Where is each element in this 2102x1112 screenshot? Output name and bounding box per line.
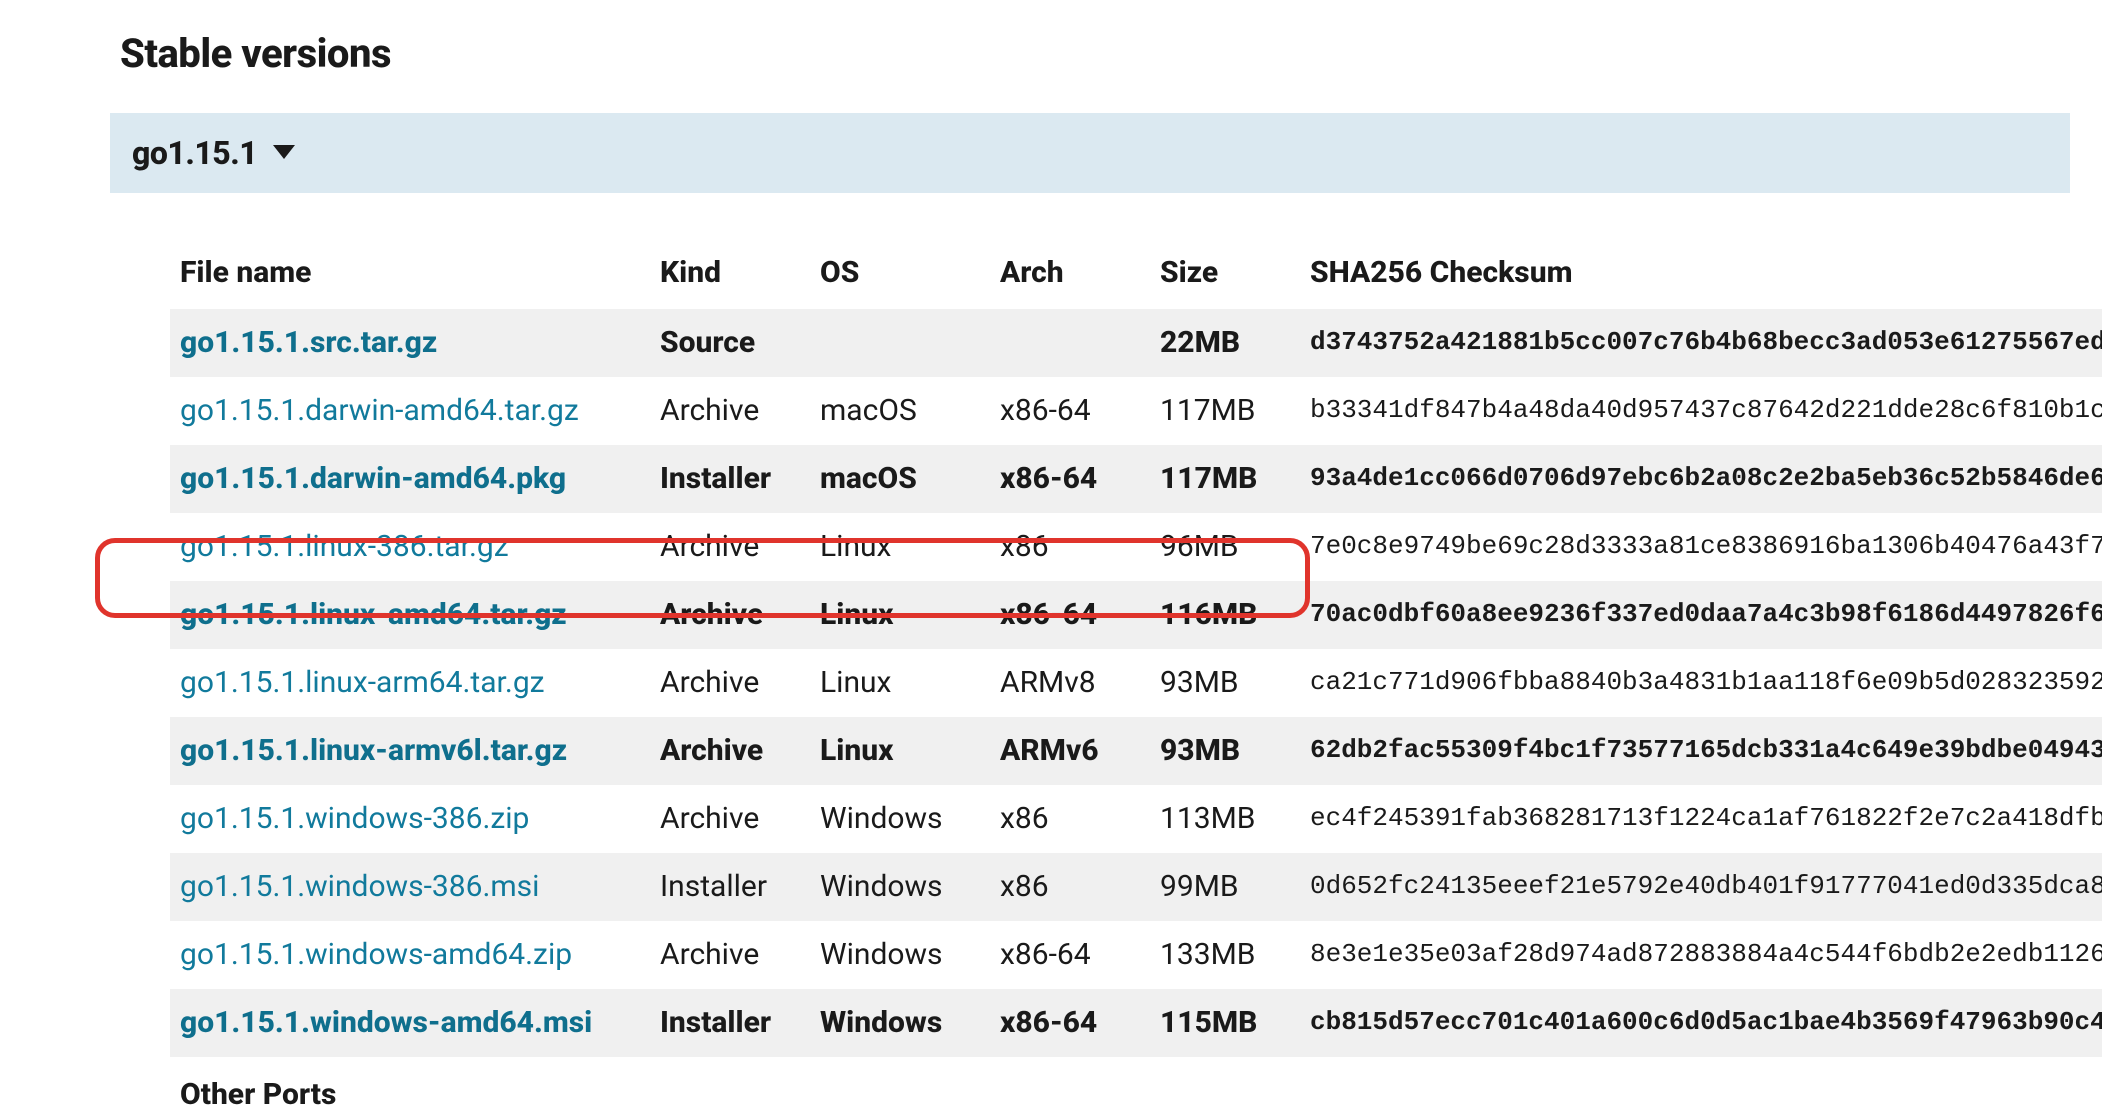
- cell-os: Linux: [810, 581, 990, 649]
- cell-arch: [990, 309, 1150, 377]
- table-row: go1.15.1.linux-armv6l.tar.gz ArchiveLinux…: [170, 717, 2102, 785]
- cell-sha: ca21c771d906fbba8840b3a4831b1aa118f6e09b…: [1300, 649, 2102, 717]
- cell-sha: 0d652fc24135eeef21e5792e40db401f91777041…: [1300, 853, 2102, 921]
- cell-size: 117MB: [1150, 445, 1300, 513]
- cell-sha: b33341df847b4a48da40d957437c87642d221dde…: [1300, 377, 2102, 445]
- download-link[interactable]: go1.15.1.linux-amd64.tar.gz: [180, 597, 567, 632]
- cell-os: Windows: [810, 921, 990, 989]
- cell-arch: x86-64: [990, 989, 1150, 1057]
- cell-kind: Installer: [650, 853, 810, 921]
- downloads-table: File name Kind OS Arch Size SHA256 Check…: [170, 241, 2102, 1057]
- section-title: Stable versions: [120, 30, 2102, 77]
- col-header-kind: Kind: [650, 241, 810, 309]
- download-link[interactable]: go1.15.1.windows-386.zip: [180, 801, 529, 836]
- cell-kind: Archive: [650, 717, 810, 785]
- cell-kind: Archive: [650, 649, 810, 717]
- cell-sha: 8e3e1e35e03af28d974ad872883884a4c544f6bd…: [1300, 921, 2102, 989]
- cell-sha: ec4f245391fab368281713f1224ca1af761822f2…: [1300, 785, 2102, 853]
- other-ports-heading: Other Ports: [170, 1057, 2102, 1112]
- cell-arch: x86-64: [990, 921, 1150, 989]
- cell-sha: d3743752a421881b5cc007c76b4b68becc3ad053…: [1300, 309, 2102, 377]
- download-link[interactable]: go1.15.1.linux-arm64.tar.gz: [180, 665, 545, 700]
- cell-kind: Source: [650, 309, 810, 377]
- version-label: go1.15.1: [132, 134, 257, 172]
- cell-os: Windows: [810, 785, 990, 853]
- table-row: go1.15.1.linux-386.tar.gz ArchiveLinuxx86…: [170, 513, 2102, 581]
- cell-arch: x86-64: [990, 377, 1150, 445]
- download-link[interactable]: go1.15.1.windows-amd64.zip: [180, 937, 572, 972]
- table-row: go1.15.1.darwin-amd64.pkg InstallermacOSx…: [170, 445, 2102, 513]
- download-link[interactable]: go1.15.1.linux-386.tar.gz: [180, 529, 509, 564]
- cell-arch: ARMv6: [990, 717, 1150, 785]
- table-row: go1.15.1.windows-386.zip ArchiveWindowsx8…: [170, 785, 2102, 853]
- table-row: go1.15.1.windows-amd64.zip ArchiveWindows…: [170, 921, 2102, 989]
- cell-os: Windows: [810, 989, 990, 1057]
- download-link[interactable]: go1.15.1.darwin-amd64.pkg: [180, 461, 566, 496]
- table-row: go1.15.1.windows-386.msi InstallerWindows…: [170, 853, 2102, 921]
- table-header-row: File name Kind OS Arch Size SHA256 Check…: [170, 241, 2102, 309]
- cell-arch: x86-64: [990, 581, 1150, 649]
- cell-kind: Archive: [650, 377, 810, 445]
- col-header-arch: Arch: [990, 241, 1150, 309]
- download-link[interactable]: go1.15.1.darwin-amd64.tar.gz: [180, 393, 579, 428]
- version-dropdown[interactable]: go1.15.1: [110, 113, 2070, 193]
- cell-kind: Installer: [650, 445, 810, 513]
- cell-kind: Archive: [650, 581, 810, 649]
- cell-size: 93MB: [1150, 717, 1300, 785]
- cell-size: 113MB: [1150, 785, 1300, 853]
- download-link[interactable]: go1.15.1.windows-amd64.msi: [180, 1005, 592, 1040]
- caret-down-icon: [273, 144, 295, 163]
- cell-os: Linux: [810, 513, 990, 581]
- col-header-os: OS: [810, 241, 990, 309]
- cell-arch: x86: [990, 853, 1150, 921]
- page-root: Stable versions go1.15.1 File name Kind …: [0, 0, 2102, 1112]
- cell-size: 22MB: [1150, 309, 1300, 377]
- cell-sha: cb815d57ecc701c401a600c6d0d5ac1bae4b3569…: [1300, 989, 2102, 1057]
- table-row: go1.15.1.src.tar.gz Source 22MBd3743752a42…: [170, 309, 2102, 377]
- downloads-table-wrap: File name Kind OS Arch Size SHA256 Check…: [170, 241, 2102, 1112]
- cell-size: 96MB: [1150, 513, 1300, 581]
- download-link[interactable]: go1.15.1.src.tar.gz: [180, 325, 437, 360]
- cell-kind: Archive: [650, 785, 810, 853]
- cell-os: Windows: [810, 853, 990, 921]
- cell-kind: Archive: [650, 513, 810, 581]
- cell-arch: x86: [990, 513, 1150, 581]
- cell-arch: x86-64: [990, 445, 1150, 513]
- cell-kind: Archive: [650, 921, 810, 989]
- download-link[interactable]: go1.15.1.linux-armv6l.tar.gz: [180, 733, 567, 768]
- cell-size: 117MB: [1150, 377, 1300, 445]
- table-row: go1.15.1.linux-arm64.tar.gz ArchiveLinuxA…: [170, 649, 2102, 717]
- col-header-size: Size: [1150, 241, 1300, 309]
- cell-size: 93MB: [1150, 649, 1300, 717]
- cell-sha: 62db2fac55309f4bc1f73577165dcb331a4c649e…: [1300, 717, 2102, 785]
- col-header-sha: SHA256 Checksum: [1300, 241, 2102, 309]
- cell-kind: Installer: [650, 989, 810, 1057]
- cell-os: Linux: [810, 649, 990, 717]
- cell-os: [810, 309, 990, 377]
- table-row: go1.15.1.linux-amd64.tar.gz ArchiveLinuxx…: [170, 581, 2102, 649]
- cell-sha: 7e0c8e9749be69c28d3333a81ce8386916ba1306…: [1300, 513, 2102, 581]
- cell-size: 116MB: [1150, 581, 1300, 649]
- cell-size: 133MB: [1150, 921, 1300, 989]
- cell-arch: ARMv8: [990, 649, 1150, 717]
- cell-size: 99MB: [1150, 853, 1300, 921]
- table-row: go1.15.1.windows-amd64.msi InstallerWindo…: [170, 989, 2102, 1057]
- download-link[interactable]: go1.15.1.windows-386.msi: [180, 869, 539, 904]
- cell-arch: x86: [990, 785, 1150, 853]
- table-row: go1.15.1.darwin-amd64.tar.gz ArchivemacOS…: [170, 377, 2102, 445]
- cell-os: Linux: [810, 717, 990, 785]
- cell-os: macOS: [810, 445, 990, 513]
- cell-sha: 70ac0dbf60a8ee9236f337ed0daa7a4c3b98f618…: [1300, 581, 2102, 649]
- cell-os: macOS: [810, 377, 990, 445]
- cell-size: 115MB: [1150, 989, 1300, 1057]
- col-header-file: File name: [170, 241, 650, 309]
- cell-sha: 93a4de1cc066d0706d97ebc6b2a08c2e2ba5eb36…: [1300, 445, 2102, 513]
